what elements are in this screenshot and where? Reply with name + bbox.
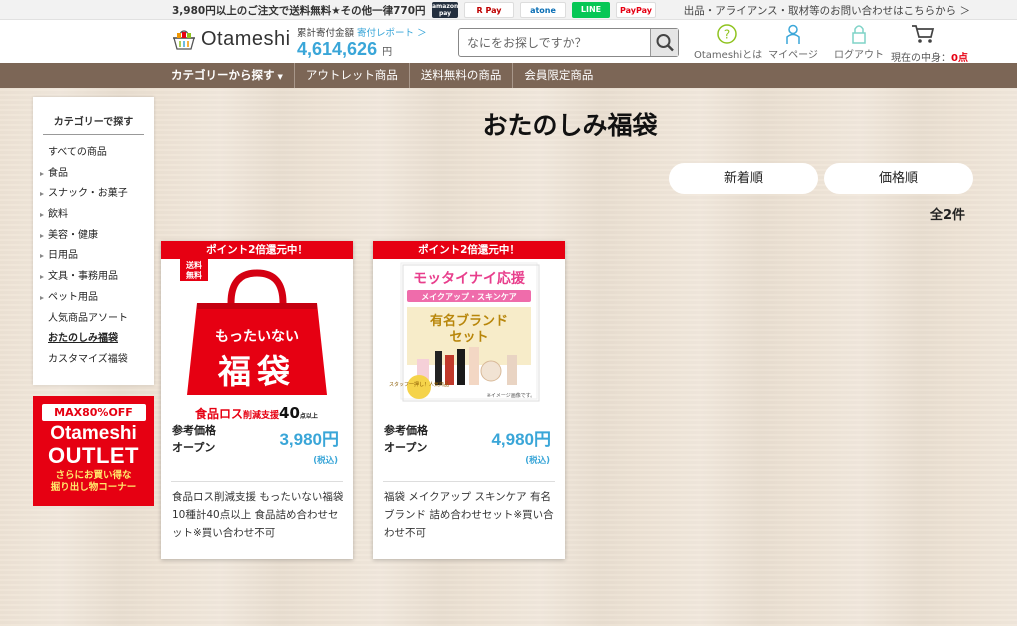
- lock-icon: [826, 22, 892, 46]
- sidebar-item-assort[interactable]: 人気商品アソート: [33, 309, 154, 330]
- about-label: Otameshiとは: [694, 50, 763, 61]
- logout-label: ログアウト: [834, 50, 884, 61]
- donation-amount: 4,614,626: [297, 39, 378, 59]
- chevron-down-icon: ▼: [277, 73, 283, 81]
- sidebar-item-lucky-bag[interactable]: おたのしみ福袋: [33, 329, 154, 350]
- outlet-title: OUTLET: [48, 443, 139, 468]
- donation-unit: 円: [382, 47, 393, 58]
- main-nav: カテゴリーから探す ▼ アウトレット商品 送料無料の商品 会員限定商品: [0, 63, 1017, 88]
- cart-icon: [891, 24, 968, 47]
- logout-link[interactable]: ログアウト: [826, 22, 892, 62]
- image-note: ※イメージ画像です。: [487, 392, 536, 399]
- bag-text-fukubukuro: 福袋: [217, 352, 296, 391]
- product-card[interactable]: ポイント2倍還元中！ 送料 無料 もったいない 福袋 食品ロス削減支援40点以上…: [161, 241, 353, 559]
- outlet-sub2: 掘り出し物コーナー: [50, 482, 137, 493]
- rakuten-pay-logo: R Pay: [464, 2, 514, 18]
- site-header: Otameshi 累計寄付金額 寄付レポート ＞ 4,614,626 円 ? O…: [0, 20, 1017, 64]
- search-button[interactable]: [650, 29, 678, 56]
- donation-label: 累計寄付金額: [297, 28, 355, 39]
- price-box: 参考価格オープン 3,980円 (税込): [171, 421, 341, 471]
- top-info-bar: 3,980円以上のご注文で送料無料★その他一律770円 amazon pay R…: [0, 0, 1017, 30]
- sidebar-item-all[interactable]: すべての商品: [33, 143, 154, 164]
- nav-members-only[interactable]: 会員限定商品: [512, 63, 604, 88]
- outlet-sub1: さらにお買い得な: [55, 470, 132, 481]
- image-seal: スタッフ一押し！人気商品: [389, 381, 449, 388]
- contact-link[interactable]: 出品・アライアンス・取材等のお問い合わせはこちらから ＞: [684, 3, 970, 18]
- atone-logo: atone: [520, 2, 566, 18]
- shipping-promo-text: 3,980円以上のご注文で送料無料★その他一律770円: [172, 5, 426, 17]
- image-brand-text: 有名ブランド: [430, 313, 508, 329]
- sidebar-item-stationery[interactable]: 文具・事務用品: [33, 267, 154, 288]
- cart-link[interactable]: 現在の中身：0点: [891, 24, 968, 64]
- free-shipping-badge-top: 送料: [185, 260, 202, 270]
- food-loss-caption: 食品ロス削減支援40点以上: [194, 404, 318, 420]
- nav-outlet[interactable]: アウトレット商品: [293, 63, 409, 88]
- mypage-label: マイページ: [768, 50, 818, 61]
- outlet-banner[interactable]: MAX80%OFF Otameshi OUTLET さらにお買い得な 掘り出し物コ…: [33, 396, 154, 506]
- amazon-pay-logo: amazon pay: [432, 2, 459, 18]
- tax-note: (税込): [525, 456, 550, 466]
- paypay-logo: PayPay: [616, 2, 656, 18]
- sidebar-item-pet[interactable]: ペット用品: [33, 288, 154, 309]
- reference-price-value: オープン: [384, 441, 428, 454]
- search-box: [458, 28, 679, 57]
- product-description[interactable]: 福袋 メイクアップ スキンケア 有名ブランド 詰め合わせセット※買い合わせ不可: [384, 488, 556, 542]
- site-logo[interactable]: Otameshi: [171, 28, 291, 51]
- image-headline: モッタイナイ応援: [413, 270, 526, 287]
- product-description[interactable]: 食品ロス削減支援 もったいない福袋 10種計40点以上 食品詰め合わせセット※買…: [172, 488, 344, 542]
- price-box: 参考価格オープン 4,980円 (税込): [383, 421, 553, 471]
- outlet-brand: Otameshi: [50, 423, 137, 444]
- reference-price-label: 参考価格: [172, 424, 216, 437]
- line-pay-logo: LINE Pay: [572, 2, 610, 30]
- sidebar-item-drinks[interactable]: 飲料: [33, 205, 154, 226]
- reference-price-label: 参考価格: [384, 424, 428, 437]
- product-image[interactable]: 送料 無料 もったいない 福袋 食品ロス削減支援40点以上: [161, 259, 353, 422]
- bag-text-mottainai: もったいない: [215, 329, 299, 345]
- sort-newest-button[interactable]: 新着順: [669, 163, 818, 194]
- points-ribbon: ポイント2倍還元中！: [161, 241, 353, 259]
- outlet-discount-badge: MAX80%OFF: [41, 404, 146, 421]
- basket-logo-icon: [171, 29, 197, 51]
- image-subheadline: メイクアップ・スキンケア: [421, 292, 517, 302]
- sidebar-item-beauty[interactable]: 美容・健康: [33, 226, 154, 247]
- product-image[interactable]: モッタイナイ応援 メイクアップ・スキンケア 有名ブランド セット スタッフ一押し…: [373, 259, 565, 420]
- donation-counter: 累計寄付金額 寄付レポート ＞ 4,614,626 円: [297, 25, 427, 60]
- sidebar-item-daily[interactable]: 日用品: [33, 246, 154, 267]
- nav-category[interactable]: カテゴリーから探す ▼: [171, 63, 294, 88]
- tax-note: (税込): [313, 456, 338, 466]
- sidebar-item-snacks[interactable]: スナック・お菓子: [33, 184, 154, 205]
- free-shipping-badge-bottom: 無料: [186, 270, 202, 280]
- category-sidebar: カテゴリーで探す すべての商品 食品 スナック・お菓子 飲料 美容・健康 日用品…: [33, 97, 154, 385]
- nav-free-shipping[interactable]: 送料無料の商品: [408, 63, 513, 88]
- sidebar-heading: カテゴリーで探す: [43, 113, 144, 135]
- sidebar-item-custom-bag[interactable]: カスタマイズ福袋: [33, 350, 154, 371]
- page-title: おたのしみ福袋: [482, 111, 658, 140]
- result-count: 全2件: [930, 208, 966, 223]
- divider: [171, 481, 343, 482]
- question-icon: ?: [694, 22, 760, 46]
- divider: [383, 481, 555, 482]
- person-icon: [760, 22, 826, 46]
- about-link[interactable]: ? Otameshiとは: [694, 22, 763, 62]
- sidebar-item-food[interactable]: 食品: [33, 164, 154, 185]
- logo-text: Otameshi: [201, 28, 291, 50]
- header-icon-links: ? Otameshiとは マイページ ログアウト: [694, 22, 892, 62]
- lucky-bag-image: 送料 無料 もったいない 福袋 食品ロス削減支援40点以上: [180, 259, 327, 422]
- payment-logos: amazon pay R Pay atone LINE Pay PayPay: [432, 2, 656, 30]
- product-price: 4,980円: [491, 430, 551, 449]
- sort-price-button[interactable]: 価格順: [824, 163, 973, 194]
- image-set-text: セット: [449, 330, 488, 345]
- points-ribbon: ポイント2倍還元中！: [373, 241, 565, 259]
- search-icon: [656, 34, 674, 52]
- product-card[interactable]: ポイント2倍還元中！ モッタイナイ応援 メイクアップ・スキンケア 有名ブランド …: [373, 241, 565, 559]
- svg-text:?: ?: [724, 28, 730, 42]
- reference-price-value: オープン: [172, 441, 216, 454]
- product-price: 3,980円: [279, 430, 339, 449]
- search-input[interactable]: [459, 29, 650, 56]
- donation-report-link[interactable]: 寄付レポート ＞: [357, 28, 427, 39]
- mypage-link[interactable]: マイページ: [760, 22, 826, 62]
- nav-category-label: カテゴリーから探す: [171, 68, 275, 82]
- cosmetics-set-image: モッタイナイ応援 メイクアップ・スキンケア 有名ブランド セット スタッフ一押し…: [389, 262, 540, 402]
